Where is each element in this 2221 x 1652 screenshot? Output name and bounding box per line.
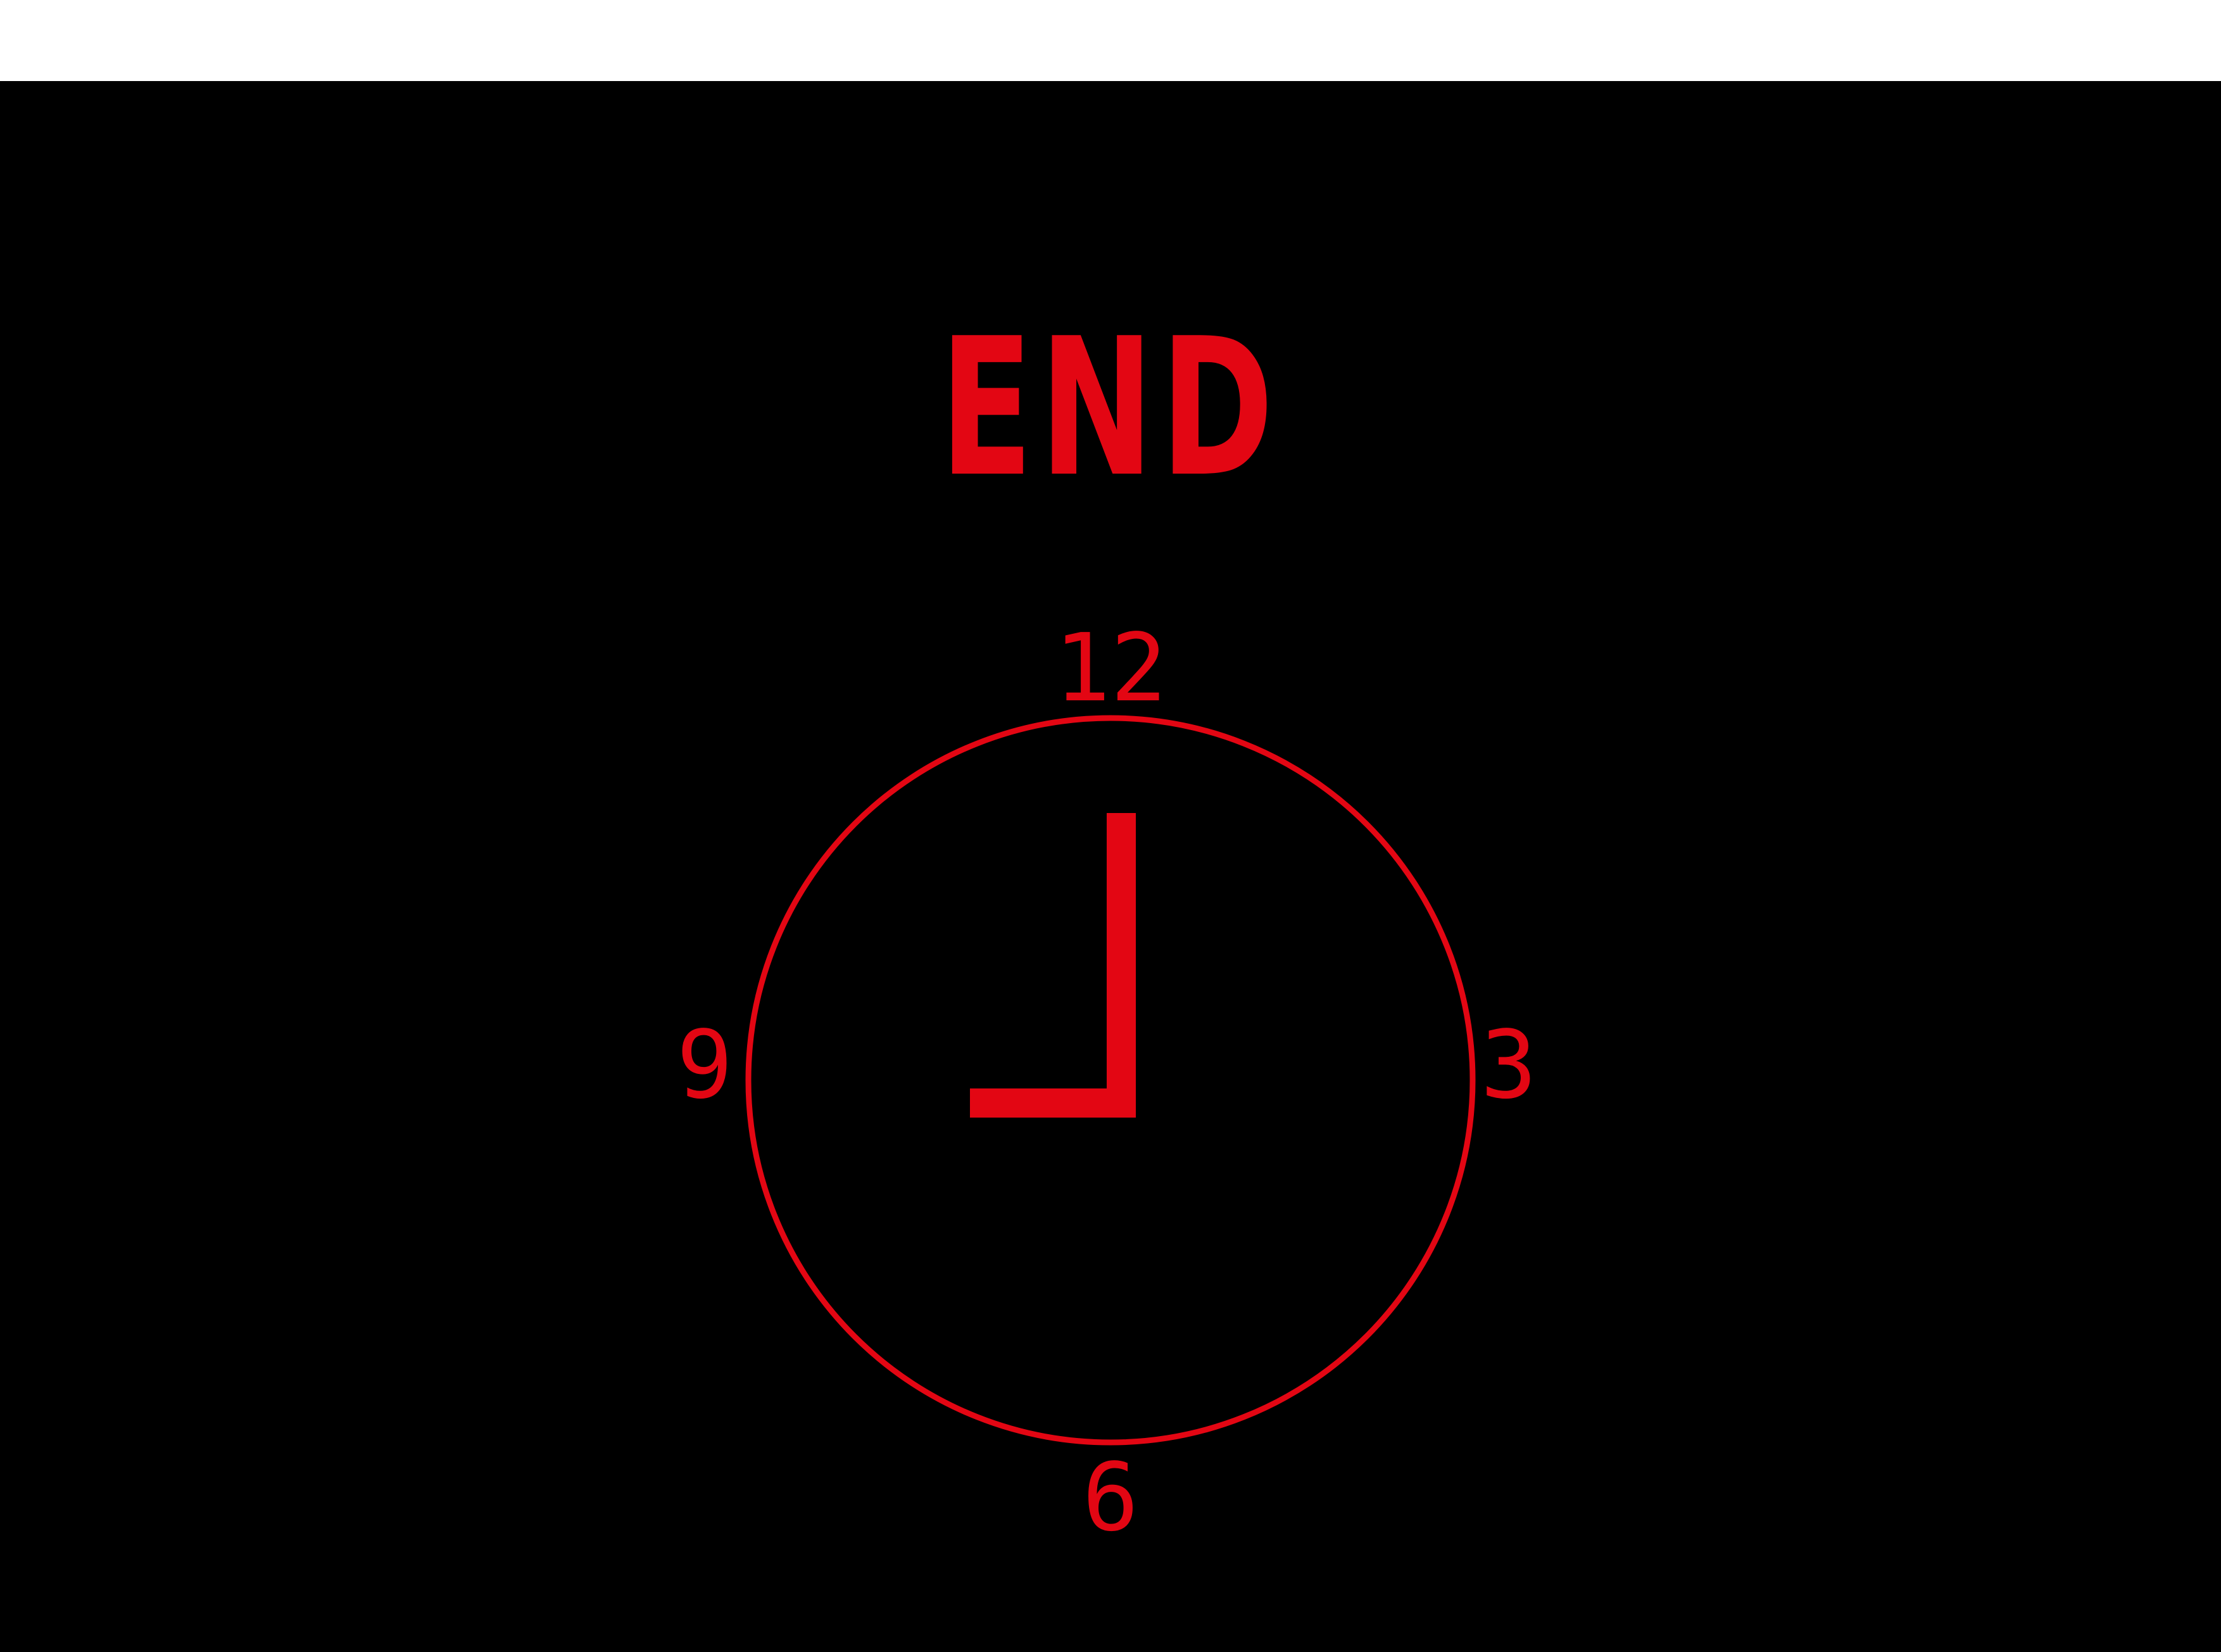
numeral-6: 6 (1082, 1443, 1138, 1552)
hour-hand (970, 1088, 1136, 1118)
numeral-12: 12 (1054, 614, 1167, 722)
minute-hand (1107, 813, 1136, 1118)
clock: 12 3 6 9 (676, 614, 1537, 1552)
numeral-9: 9 (676, 1011, 733, 1119)
game-end-screen: END 12 3 6 9 (0, 0, 2221, 1652)
numeral-3: 3 (1480, 1011, 1537, 1119)
